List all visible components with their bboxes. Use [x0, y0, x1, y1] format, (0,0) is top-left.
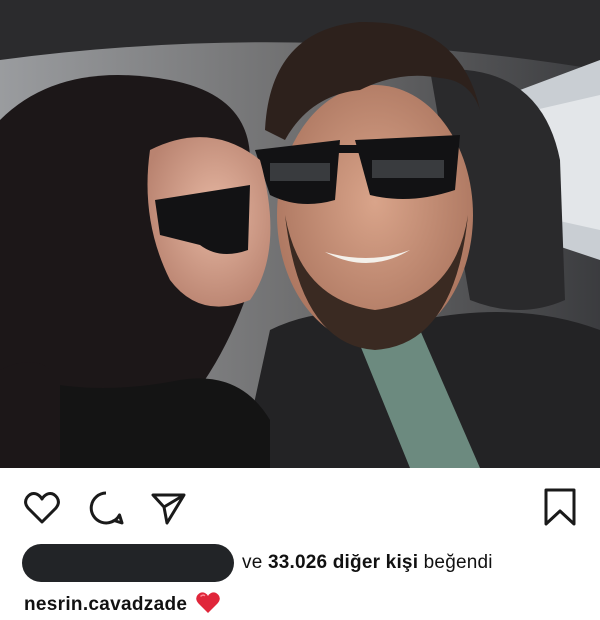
post-actions-bar [0, 468, 600, 548]
likes-summary[interactable]: ve 33.026 diğer kişi beğendi [22, 543, 592, 583]
caption-username[interactable]: nesrin.cavadzade [24, 594, 187, 616]
car-selfie-photo [0, 0, 600, 468]
red-heart-icon [195, 591, 221, 620]
redacted-liker-name [22, 544, 234, 582]
post-photo[interactable] [0, 0, 600, 468]
likes-suffix: beğendi [423, 552, 493, 573]
caption: nesrin.cavadzade [24, 591, 221, 620]
comment-bubble-icon[interactable] [86, 488, 126, 528]
likes-count[interactable]: 33.026 diğer kişi [268, 552, 418, 573]
heart-outline-icon[interactable] [22, 488, 62, 528]
bookmark-outline-icon[interactable] [540, 486, 580, 528]
paper-plane-icon[interactable] [148, 488, 188, 528]
likes-prefix: ve [242, 552, 263, 573]
likes-text: ve 33.026 diğer kişi beğendi [242, 552, 493, 574]
